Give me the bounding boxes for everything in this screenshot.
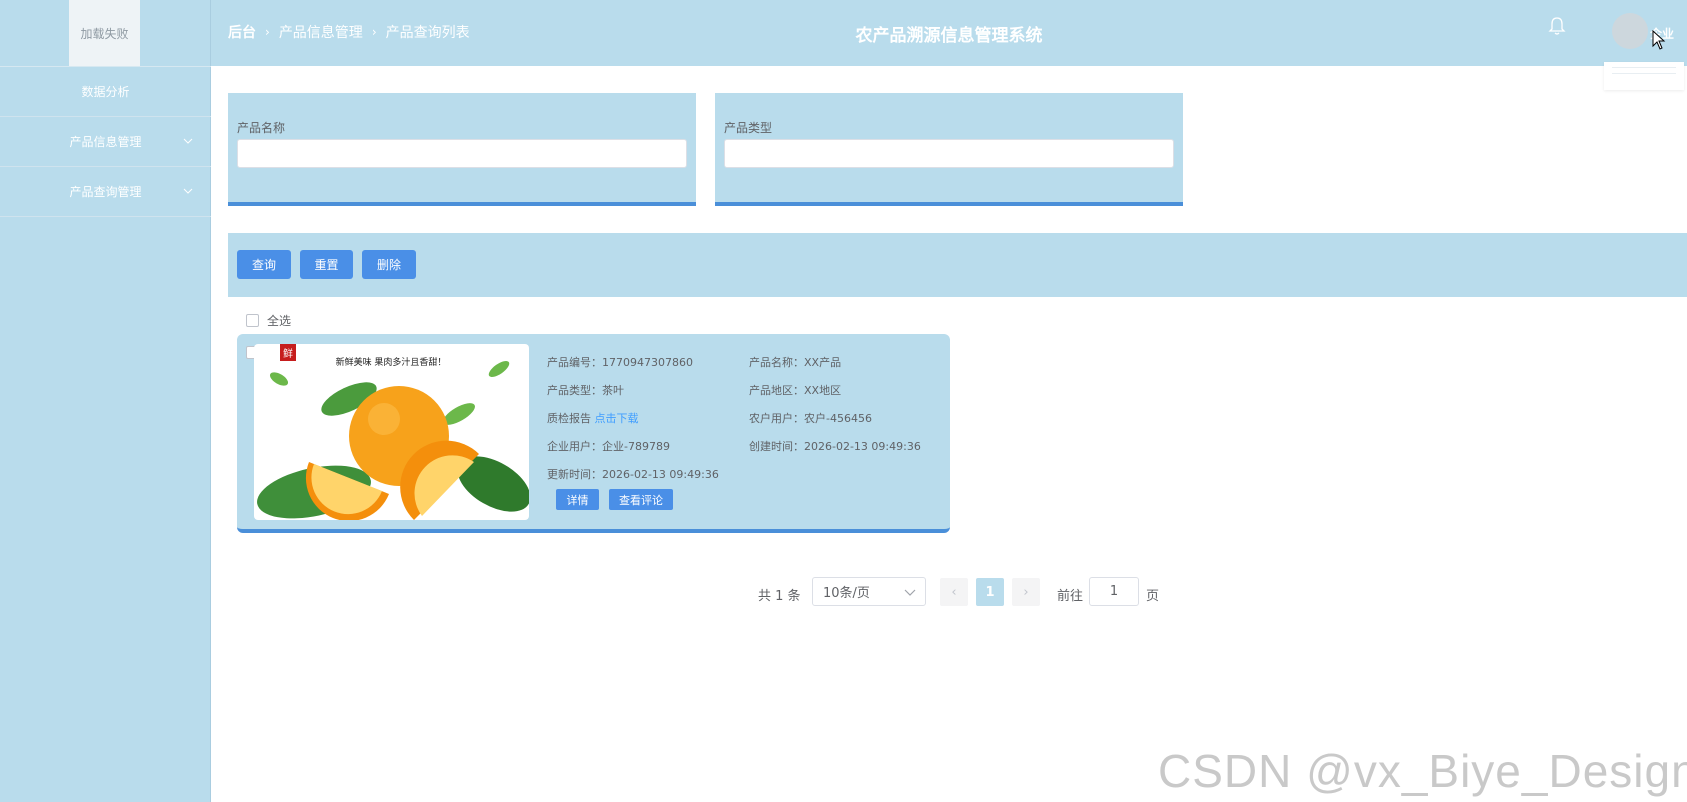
reset-button[interactable]: 重置 [300,250,353,279]
logo-alt-text: 加载失败 [80,26,129,41]
page-size-select[interactable]: 10条/页 [812,577,926,606]
product-code: 产品编号：1770947307860 [547,354,693,370]
image-caption: 新鲜美味 果肉多汁且香甜！ [336,356,447,368]
bell-icon[interactable] [1546,15,1568,37]
top-header: 后台 › 产品信息管理 › 产品查询列表 农产品溯源信息管理系统 企业 [211,0,1687,90]
sidebar-item-data-analysis[interactable]: 数据分析 [0,67,211,117]
farmer-user-value: 农户-456456 [804,412,872,425]
user-dropdown [1604,62,1684,90]
csdn-watermark: CSDN @vx_Biye_Design [1158,745,1687,797]
sidebar-menu: 数据分析 产品信息管理 产品查询管理 [0,67,211,217]
next-page-button[interactable]: › [1012,578,1040,606]
logo: 加载失败 [69,0,140,66]
product-name-value: XX产品 [804,356,842,369]
product-code-value: 1770947307860 [602,356,693,369]
product-region: 产品地区：XX地区 [749,382,841,398]
avatar[interactable] [1612,13,1648,49]
updated-time: 更新时间：2026-02-13 09:49:36 [547,466,719,482]
enterprise-user: 企业用户：企业-789789 [547,438,670,454]
delete-button[interactable]: 删除 [362,250,416,279]
product-region-value: XX地区 [804,384,842,397]
prev-page-button[interactable]: ‹ [940,578,968,606]
page-number-current[interactable]: 1 [976,578,1004,606]
sidebar-item-label: 数据分析 [81,85,130,99]
select-all-checkbox[interactable] [246,314,259,327]
created-time-value: 2026-02-13 09:49:36 [804,440,921,453]
mouse-cursor-icon [1652,30,1666,50]
query-button[interactable]: 查询 [237,250,291,279]
product-name-label: 产品名称 [237,121,286,135]
select-all-label: 全选 [267,314,292,328]
chevron-down-icon [183,138,193,144]
product-type-field-label: 产品类型： [547,384,602,397]
product-region-label: 产品地区： [749,384,804,397]
sidebar-item-label: 产品查询管理 [69,185,142,199]
product-code-label: 产品编号： [547,356,602,369]
action-toolbar: 查询 重置 删除 [228,233,1687,297]
view-comments-button[interactable]: 查看评论 [609,489,673,510]
sidebar-item-product-info[interactable]: 产品信息管理 [0,117,211,167]
image-badge: 鲜 [283,347,293,360]
updated-time-label: 更新时间： [547,468,602,481]
enterprise-user-label: 企业用户： [547,440,602,453]
created-time-label: 创建时间： [749,440,804,453]
quality-report: 质检报告 点击下载 [547,410,639,426]
detail-button[interactable]: 详情 [556,489,599,510]
sidebar-item-product-query[interactable]: 产品查询管理 [0,167,211,217]
download-report-link[interactable]: 点击下载 [595,412,639,425]
enterprise-user-value: 企业-789789 [602,440,670,453]
farmer-user: 农户用户：农户-456456 [749,410,872,426]
select-all[interactable]: 全选 [246,312,291,329]
farmer-user-label: 农户用户： [749,412,804,425]
updated-time-value: 2026-02-13 09:49:36 [602,468,719,481]
product-image[interactable]: 鲜 新鲜美味 果肉多汁且香甜！ [254,344,529,520]
goto-page-input[interactable] [1089,577,1139,606]
created-time: 创建时间：2026-02-13 09:49:36 [749,438,921,454]
goto-suffix: 页 [1146,589,1160,604]
page-size-value: 10条/页 [823,586,870,601]
orange-image-icon: 鲜 新鲜美味 果肉多汁且香甜！ [254,344,529,520]
page-title: 农产品溯源信息管理系统 [855,26,1043,46]
sidebar-item-label: 产品信息管理 [69,135,142,149]
search-panel-product-type: 产品类型 [715,93,1183,206]
product-name-field-label: 产品名称： [749,356,804,369]
sidebar: 加载失败 数据分析 产品信息管理 产品查询管理 [0,0,211,802]
product-type-input[interactable] [724,139,1174,168]
product-name-input[interactable] [237,139,687,168]
product-card: 鲜 新鲜美味 果肉多汁且香甜！ 产品编号：1770947307860 产品名称：… [237,334,950,533]
chevron-down-icon [904,589,916,596]
product-type-label: 产品类型 [724,121,773,135]
search-panel-product-name: 产品名称 [228,93,696,206]
quality-report-label: 质检报告 [547,412,595,425]
product-type: 产品类型：茶叶 [547,382,624,398]
product-name: 产品名称：XX产品 [749,354,841,370]
goto-label: 前往 [1057,589,1084,604]
product-type-value: 茶叶 [602,384,624,397]
chevron-down-icon [183,188,193,194]
pagination-total: 共 1 条 [758,589,801,604]
